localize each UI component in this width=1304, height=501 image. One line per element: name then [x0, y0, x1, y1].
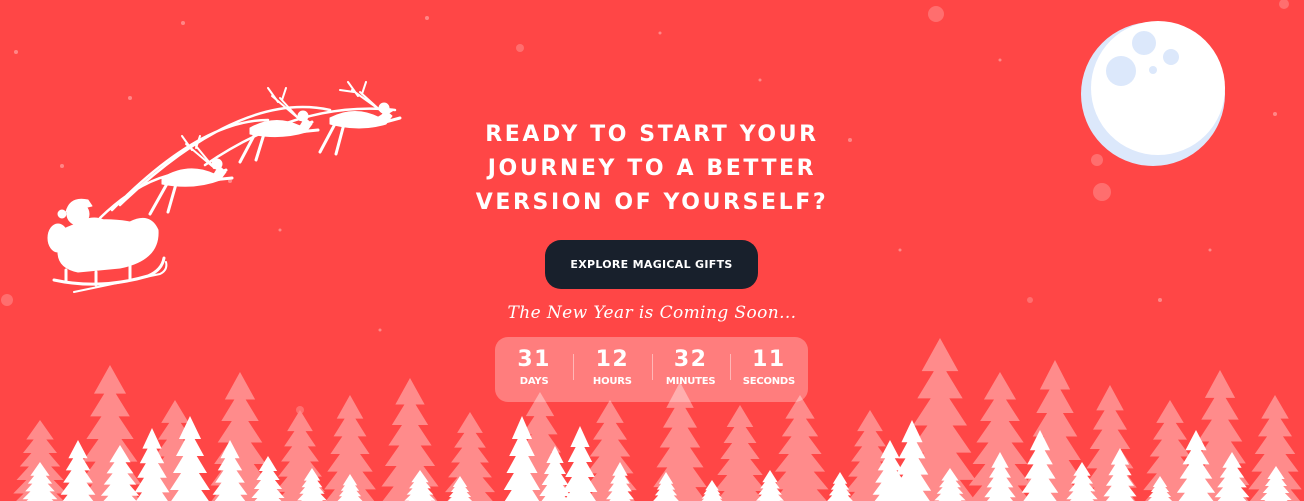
- pine-tree-icon: [381, 378, 439, 501]
- pine-tree-icon: [771, 395, 829, 501]
- countdown-label: DAYS: [519, 376, 549, 387]
- hero-headline: READY TO START YOUR JOURNEY TO A BETTER …: [452, 118, 852, 220]
- headline-line: JOURNEY TO A BETTER: [487, 156, 817, 181]
- pine-tree-icon: [714, 405, 766, 501]
- explore-gifts-button[interactable]: EXPLORE MAGICAL GIFTS: [545, 240, 758, 289]
- countdown-label: MINUTES: [665, 376, 716, 387]
- countdown-days: 31 DAYS: [495, 337, 573, 402]
- countdown-timer: 31 DAYS 12 HOURS 32 MINUTES 11 SECONDS: [495, 337, 808, 402]
- countdown-label: SECONDS: [742, 376, 796, 387]
- headline-line: VERSION OF YOURSELF?: [475, 190, 829, 215]
- countdown-seconds: 11 SECONDS: [729, 337, 808, 402]
- countdown-hours: 12 HOURS: [573, 337, 651, 402]
- countdown-value: 12: [595, 347, 630, 372]
- headline-line: READY TO START YOUR: [485, 122, 819, 147]
- countdown-minutes: 32 MINUTES: [651, 337, 730, 402]
- countdown-tagline: The New Year is Coming Soon...: [507, 303, 797, 323]
- countdown-label: HOURS: [592, 376, 632, 387]
- hero-banner: READY TO START YOUR JOURNEY TO A BETTER …: [0, 0, 1304, 501]
- pine-tree-icon: [562, 426, 598, 501]
- pine-tree-icon: [445, 412, 495, 501]
- countdown-value: 31: [517, 347, 551, 372]
- countdown-value: 32: [673, 347, 708, 372]
- countdown-value: 11: [752, 347, 786, 372]
